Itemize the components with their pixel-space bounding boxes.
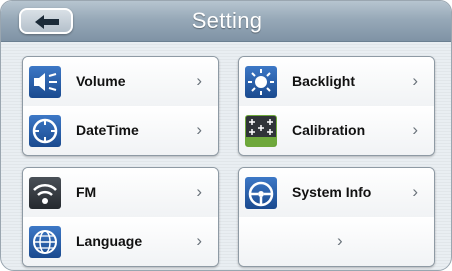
datetime-item[interactable]: DateTime › [23,106,218,155]
backlight-label: Backlight [292,73,356,89]
clock-icon [29,115,61,147]
chevron-right-icon: › [337,231,343,250]
globe-icon [29,226,61,258]
chevron-right-icon: › [196,231,202,250]
steering-wheel-icon [245,177,277,209]
settings-screen: Setting Volume › DateTime › Backlight › … [0,0,452,271]
chevron-right-icon: › [412,120,418,139]
settings-group-audio-time: Volume › DateTime › [22,56,219,156]
fm-label: FM [76,184,97,200]
chevron-right-icon: › [196,182,202,201]
chevron-right-icon: › [412,182,418,201]
backlight-item[interactable]: Backlight › [239,57,434,107]
calibration-item[interactable]: Calibration › [239,106,434,155]
sun-icon [245,66,277,98]
language-label: Language [76,233,143,249]
settings-group-system: System Info › › [238,167,435,267]
crosshair-target-icon [245,115,277,147]
speaker-icon [29,66,61,98]
chevron-right-icon: › [196,120,202,139]
volume-item[interactable]: Volume › [23,57,218,107]
settings-group-display: Backlight › Calibration › [238,56,435,156]
chevron-right-icon: › [412,71,418,90]
chevron-right-icon: › [196,71,202,90]
page-title: Setting [191,8,263,33]
calibration-label: Calibration [292,122,366,138]
volume-label: Volume [76,73,126,89]
header-bar: Setting [1,1,451,42]
datetime-label: DateTime [76,122,139,138]
language-item[interactable]: Language › [23,217,218,266]
radio-wave-icon [29,177,61,209]
system-info-label: System Info [292,184,372,200]
empty-item[interactable]: › [239,217,434,266]
settings-group-radio-language: FM › Language › [22,167,219,267]
fm-item[interactable]: FM › [23,168,218,218]
system-info-item[interactable]: System Info › [239,168,434,218]
